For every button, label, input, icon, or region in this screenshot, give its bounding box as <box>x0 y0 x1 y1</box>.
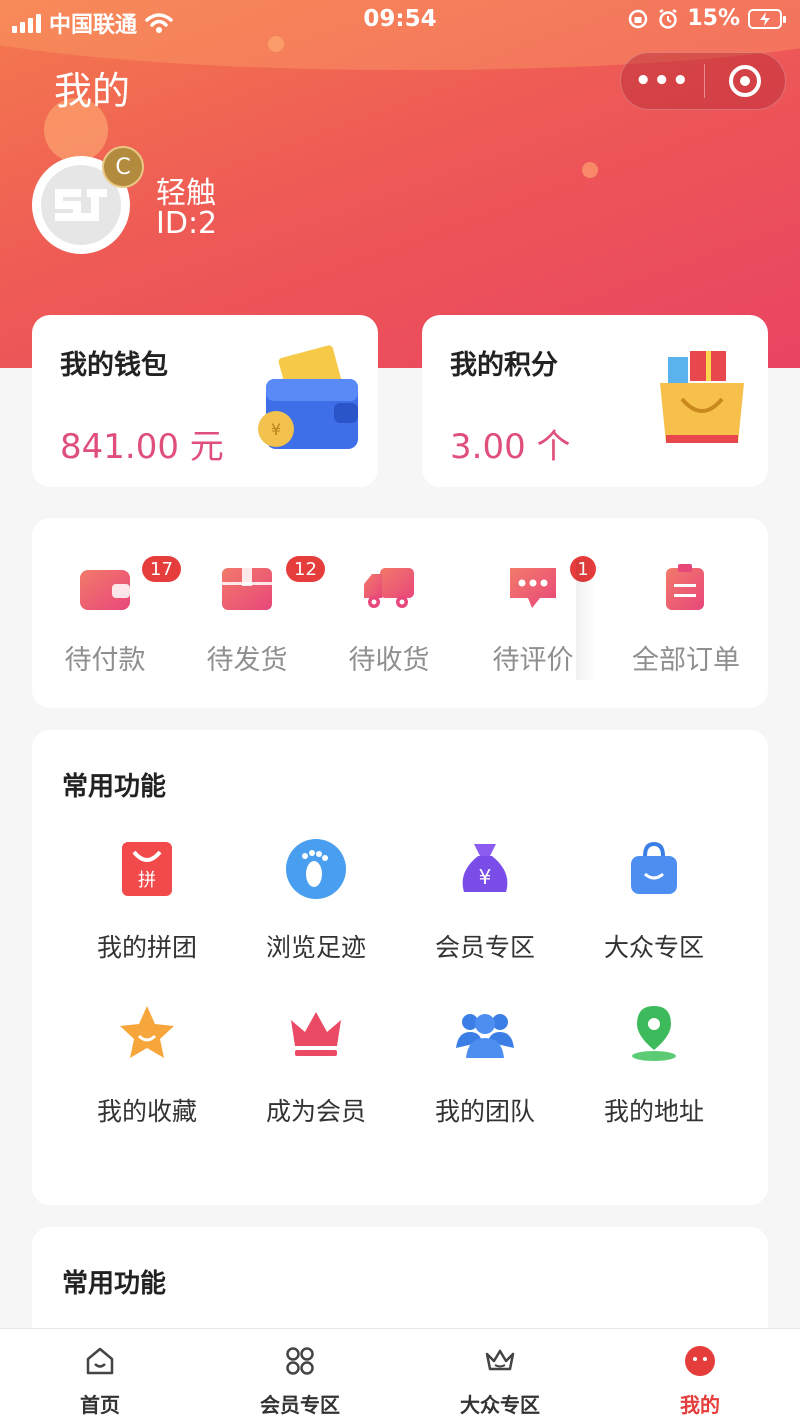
section-title: 常用功能 <box>62 1269 167 1299</box>
wallet-title: 我的钱包 <box>60 350 168 381</box>
func-label: 浏览足迹 <box>265 933 366 962</box>
tab-label: 会员专区 <box>260 1393 340 1417</box>
team-icon <box>456 1014 514 1058</box>
battery-percent: 15% <box>687 6 740 31</box>
order-pending-shipment[interactable]: 12 待发货 <box>174 518 325 708</box>
footprint-icon <box>286 839 346 899</box>
tab-label: 我的 <box>680 1393 720 1417</box>
func-label: 会员专区 <box>434 933 535 962</box>
points-title: 我的积分 <box>450 350 558 381</box>
func-my-favorites[interactable]: 我的收藏 <box>62 1002 232 1132</box>
page-title: 我的 <box>54 69 131 113</box>
wallet-card[interactable]: 我的钱包 841.00 元 ¥ <box>32 315 378 487</box>
user-id: ID:2 <box>156 206 218 241</box>
svg-text:¥: ¥ <box>271 420 281 439</box>
grid-icon <box>286 1347 314 1375</box>
func-my-address[interactable]: 我的地址 <box>569 1002 739 1132</box>
bottom-tab-bar: 首页 会员专区 大众专区 我的 <box>0 1328 800 1422</box>
func-label: 我的团队 <box>434 1097 535 1126</box>
crown-outline-icon <box>485 1349 515 1371</box>
comment-icon <box>510 568 556 608</box>
func-browse-history[interactable]: 浏览足迹 <box>231 838 401 968</box>
group-buy-icon: 拼 <box>122 842 172 896</box>
tab-home[interactable]: 首页 <box>0 1329 200 1422</box>
func-label: 我的收藏 <box>96 1097 197 1126</box>
avatar-logo-icon <box>55 189 107 221</box>
wallet-icon <box>80 570 130 610</box>
svg-text:拼: 拼 <box>138 870 156 891</box>
orders-card: 17 待付款 12 待发货 待收货 1 待评价 <box>32 518 768 708</box>
order-label: 待发货 <box>206 645 288 676</box>
order-label: 全部订单 <box>632 645 740 676</box>
order-label: 待收货 <box>348 645 430 676</box>
member-badge: C <box>102 146 144 188</box>
func-label: 我的地址 <box>603 1097 704 1126</box>
shopping-bag-icon <box>631 841 677 894</box>
money-bag-icon: ¥ <box>462 844 508 892</box>
tab-member-zone[interactable]: 会员专区 <box>200 1329 400 1422</box>
home-icon <box>86 1347 114 1375</box>
tab-mine[interactable]: 我的 <box>600 1329 800 1422</box>
func-my-team[interactable]: 我的团队 <box>400 1002 570 1132</box>
close-button[interactable] <box>705 65 785 97</box>
rotation-lock-icon <box>629 9 648 28</box>
tab-label: 大众专区 <box>460 1393 540 1417</box>
common-functions-card: 常用功能 拼 我的拼团 浏览足迹 ¥ 会员专区 大众专区 我的收藏 成为会员 我… <box>32 730 768 1205</box>
wallet-illustration-icon: ¥ <box>258 345 358 449</box>
profile-icon <box>685 1346 715 1376</box>
clipboard-icon <box>666 564 704 610</box>
func-member-zone[interactable]: ¥ 会员专区 <box>400 838 570 968</box>
box-icon <box>222 568 272 610</box>
func-my-group-buy[interactable]: 拼 我的拼团 <box>62 838 232 968</box>
svg-text:¥: ¥ <box>479 865 492 889</box>
mini-program-capsule: ••• <box>620 52 786 110</box>
tab-public-zone[interactable]: 大众专区 <box>400 1329 600 1422</box>
func-become-member[interactable]: 成为会员 <box>231 1002 401 1132</box>
order-all[interactable]: 全部订单 <box>604 518 768 708</box>
star-icon <box>120 1006 174 1058</box>
func-label: 大众专区 <box>603 933 704 962</box>
more-button[interactable]: ••• <box>621 66 704 96</box>
battery-icon <box>748 8 786 29</box>
order-label: 待付款 <box>64 645 146 676</box>
location-icon <box>632 1006 676 1061</box>
order-pending-receipt[interactable]: 待收货 <box>316 518 462 708</box>
crown-icon <box>291 1012 341 1056</box>
section-title: 常用功能 <box>62 772 167 802</box>
order-pending-payment[interactable]: 17 待付款 <box>32 518 181 708</box>
scroll-divider <box>576 560 596 680</box>
status-bar: 中国联通 09:54 15% <box>0 0 800 40</box>
points-card[interactable]: 我的积分 3.00 个 <box>422 315 768 487</box>
func-label: 我的拼团 <box>96 933 197 962</box>
wallet-balance: 841.00 元 <box>60 427 224 467</box>
gift-bag-illustration-icon <box>660 351 744 443</box>
target-icon <box>729 65 762 97</box>
func-label: 成为会员 <box>265 1097 366 1126</box>
alarm-icon <box>659 8 678 29</box>
func-public-zone[interactable]: 大众专区 <box>569 838 739 968</box>
bubble-decoration <box>582 162 598 178</box>
tab-label: 首页 <box>80 1393 120 1417</box>
truck-icon <box>364 568 414 608</box>
points-balance: 3.00 个 <box>450 427 571 467</box>
